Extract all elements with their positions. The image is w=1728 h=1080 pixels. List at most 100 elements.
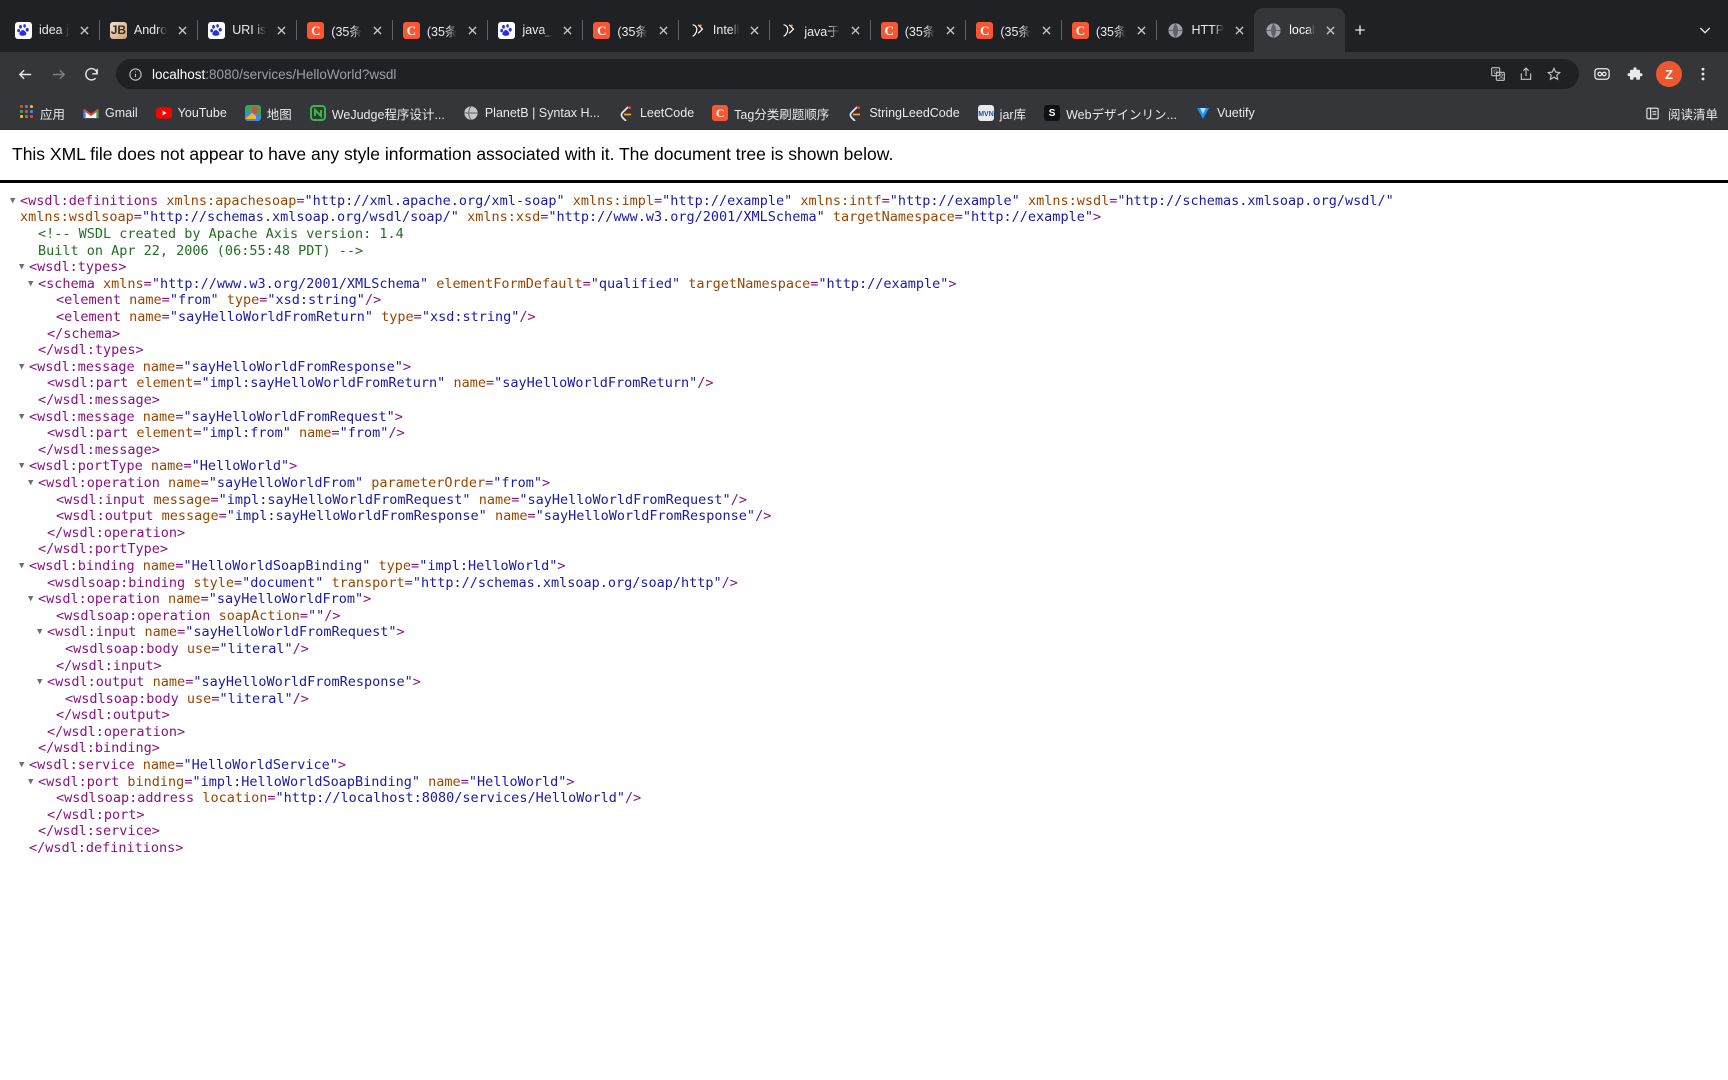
expand-collapse-triangle-icon[interactable]: ▼ xyxy=(19,409,24,426)
reading-list-button[interactable]: 阅读清单 xyxy=(1645,104,1718,123)
xml-tag: /> xyxy=(721,574,738,591)
xml-attr: binding xyxy=(127,773,185,790)
browser-tab[interactable]: idea j xyxy=(4,8,100,52)
new-tab-button[interactable] xyxy=(1345,15,1375,45)
bookmark-item[interactable]: 应用 xyxy=(10,100,73,127)
android-icon: JB xyxy=(109,21,127,39)
browser-tab[interactable]: URI is xyxy=(197,8,298,52)
close-icon[interactable] xyxy=(174,22,191,39)
bookmark-item[interactable]: S Webデザインリン... xyxy=(1036,100,1185,127)
close-icon[interactable] xyxy=(273,22,290,39)
browser-tab[interactable]: Intell xyxy=(678,8,771,52)
expand-collapse-triangle-icon[interactable]: ▼ xyxy=(28,774,33,791)
reload-button[interactable] xyxy=(75,58,107,90)
expand-collapse-triangle-icon[interactable]: ▼ xyxy=(19,458,24,475)
close-icon[interactable] xyxy=(1038,22,1055,39)
xml-attr: name xyxy=(428,773,461,790)
expand-collapse-triangle-icon[interactable]: ▼ xyxy=(37,674,42,691)
expand-collapse-triangle-icon[interactable]: ▼ xyxy=(19,259,24,276)
globe-icon xyxy=(1167,22,1184,39)
translate-icon[interactable]: G 文 xyxy=(1485,61,1511,87)
browser-tab[interactable]: JB Andro xyxy=(99,8,199,52)
close-icon[interactable] xyxy=(559,22,576,39)
xml-val: "http://www.w3.org/2001/XMLSchema" xyxy=(151,275,429,292)
close-icon[interactable] xyxy=(369,22,386,39)
browser-tab[interactable]: C (35条 xyxy=(870,8,967,52)
xml-attr: name xyxy=(142,408,176,425)
address-bar[interactable]: localhost:8080/services/HelloWorld?wsdl … xyxy=(116,59,1579,89)
xml-tag: <wsdlsoap:operation xyxy=(56,607,219,624)
bookmark-item[interactable]: Vuetify xyxy=(1187,101,1263,125)
bookmark-item[interactable]: Gmail xyxy=(75,101,146,125)
close-icon[interactable] xyxy=(655,22,672,39)
xml-tag: > xyxy=(557,557,566,574)
expand-collapse-triangle-icon[interactable]: ▼ xyxy=(10,193,15,210)
xml-val: "http://localhost:8080/services/HelloWor… xyxy=(275,790,625,807)
extensions-icon[interactable] xyxy=(1619,58,1651,90)
xml-plain xyxy=(487,508,495,524)
close-icon[interactable] xyxy=(1231,22,1248,39)
bookmark-item[interactable]: LeetCode xyxy=(610,101,702,125)
browser-tab[interactable]: local xyxy=(1254,8,1345,52)
xml-attr: xmlns:apachesoap xyxy=(166,192,297,209)
tab-title: (35条 xyxy=(1000,24,1031,39)
xml-tag: <wsdl:port xyxy=(38,773,128,790)
xml-line: </wsdl:operation> xyxy=(8,724,1720,741)
bookmark-item[interactable]: PlanetB | Syntax H... xyxy=(455,101,608,125)
forward-button[interactable] xyxy=(42,58,74,90)
bookmark-item[interactable]: C Tag分类刷题顺序 xyxy=(704,100,837,127)
back-button[interactable] xyxy=(9,58,41,90)
expand-collapse-triangle-icon[interactable]: ▼ xyxy=(28,276,33,293)
browser-tab[interactable]: C (35条 xyxy=(296,8,393,52)
xml-punct: = xyxy=(654,192,663,209)
expand-collapse-triangle-icon[interactable]: ▼ xyxy=(37,624,42,641)
xml-attr: xmlns:xsd xyxy=(467,209,541,226)
close-icon[interactable] xyxy=(746,22,763,39)
bookmark-item[interactable]: YouTube xyxy=(148,101,235,125)
side-panel-icon[interactable] xyxy=(1586,58,1618,90)
bookmark-star-icon[interactable] xyxy=(1541,61,1567,87)
close-icon[interactable] xyxy=(847,22,864,39)
profile-avatar[interactable]: Z xyxy=(1656,61,1682,87)
xml-attr: style xyxy=(193,574,234,591)
bookmarks-bar: 应用 Gmail YouTube 地图 WeJudge程序设计... PlanetB | … xyxy=(0,96,1728,130)
bookmark-label: WeJudge程序设计... xyxy=(331,107,445,122)
close-icon[interactable] xyxy=(1133,22,1150,39)
bookmark-item[interactable]: WeJudge程序设计... xyxy=(302,100,453,127)
browser-tab[interactable]: java于 xyxy=(769,8,871,52)
site-info-icon[interactable] xyxy=(128,67,143,82)
xml-line: <wsdl:part element = "impl:sayHelloWorldFr… xyxy=(8,375,1720,392)
xml-tag: > xyxy=(412,674,421,691)
xml-val: "impl:from" xyxy=(201,425,291,442)
xml-attr: xmlns:intf xyxy=(800,192,882,209)
expand-collapse-triangle-icon[interactable]: ▼ xyxy=(19,757,24,774)
xml-attr: name xyxy=(168,591,201,608)
browser-tab[interactable]: java_ xyxy=(487,8,584,52)
expand-collapse-triangle-icon[interactable]: ▼ xyxy=(28,591,33,608)
chevron-down-icon[interactable] xyxy=(1690,15,1720,45)
close-icon[interactable] xyxy=(942,22,959,39)
bookmark-item[interactable]: StringLeedCode xyxy=(839,101,967,125)
expand-collapse-triangle-icon[interactable]: ▼ xyxy=(19,359,24,376)
xml-tag: /> xyxy=(624,790,642,807)
close-icon[interactable] xyxy=(76,22,93,39)
browser-tab[interactable]: C (35条 xyxy=(392,8,489,52)
bookmark-item[interactable]: MVN jar库 xyxy=(970,100,1034,127)
browser-tab[interactable]: C (35条 xyxy=(1061,8,1158,52)
browser-tab[interactable]: HTTP xyxy=(1156,8,1254,52)
xml-line: </wsdl:input> xyxy=(8,658,1720,675)
close-icon[interactable] xyxy=(1322,22,1339,39)
close-icon[interactable] xyxy=(464,22,481,39)
bookmark-item[interactable]: 地图 xyxy=(237,100,300,127)
xml-punct: = xyxy=(582,275,591,292)
bookmark-label: Webデザインリン... xyxy=(1066,107,1177,122)
chrome-menu-icon[interactable] xyxy=(1687,58,1719,90)
xml-attr: targetNamespace xyxy=(832,209,955,226)
expand-collapse-triangle-icon[interactable]: ▼ xyxy=(19,558,24,575)
browser-tab[interactable]: C (35条 xyxy=(965,8,1062,52)
xml-attr: xmlns:wsdl xyxy=(1027,192,1110,209)
xml-val: "HelloWorldService" xyxy=(183,757,338,774)
share-icon[interactable] xyxy=(1513,61,1539,87)
browser-tab[interactable]: C (35条 xyxy=(582,8,679,52)
expand-collapse-triangle-icon[interactable]: ▼ xyxy=(28,475,33,492)
